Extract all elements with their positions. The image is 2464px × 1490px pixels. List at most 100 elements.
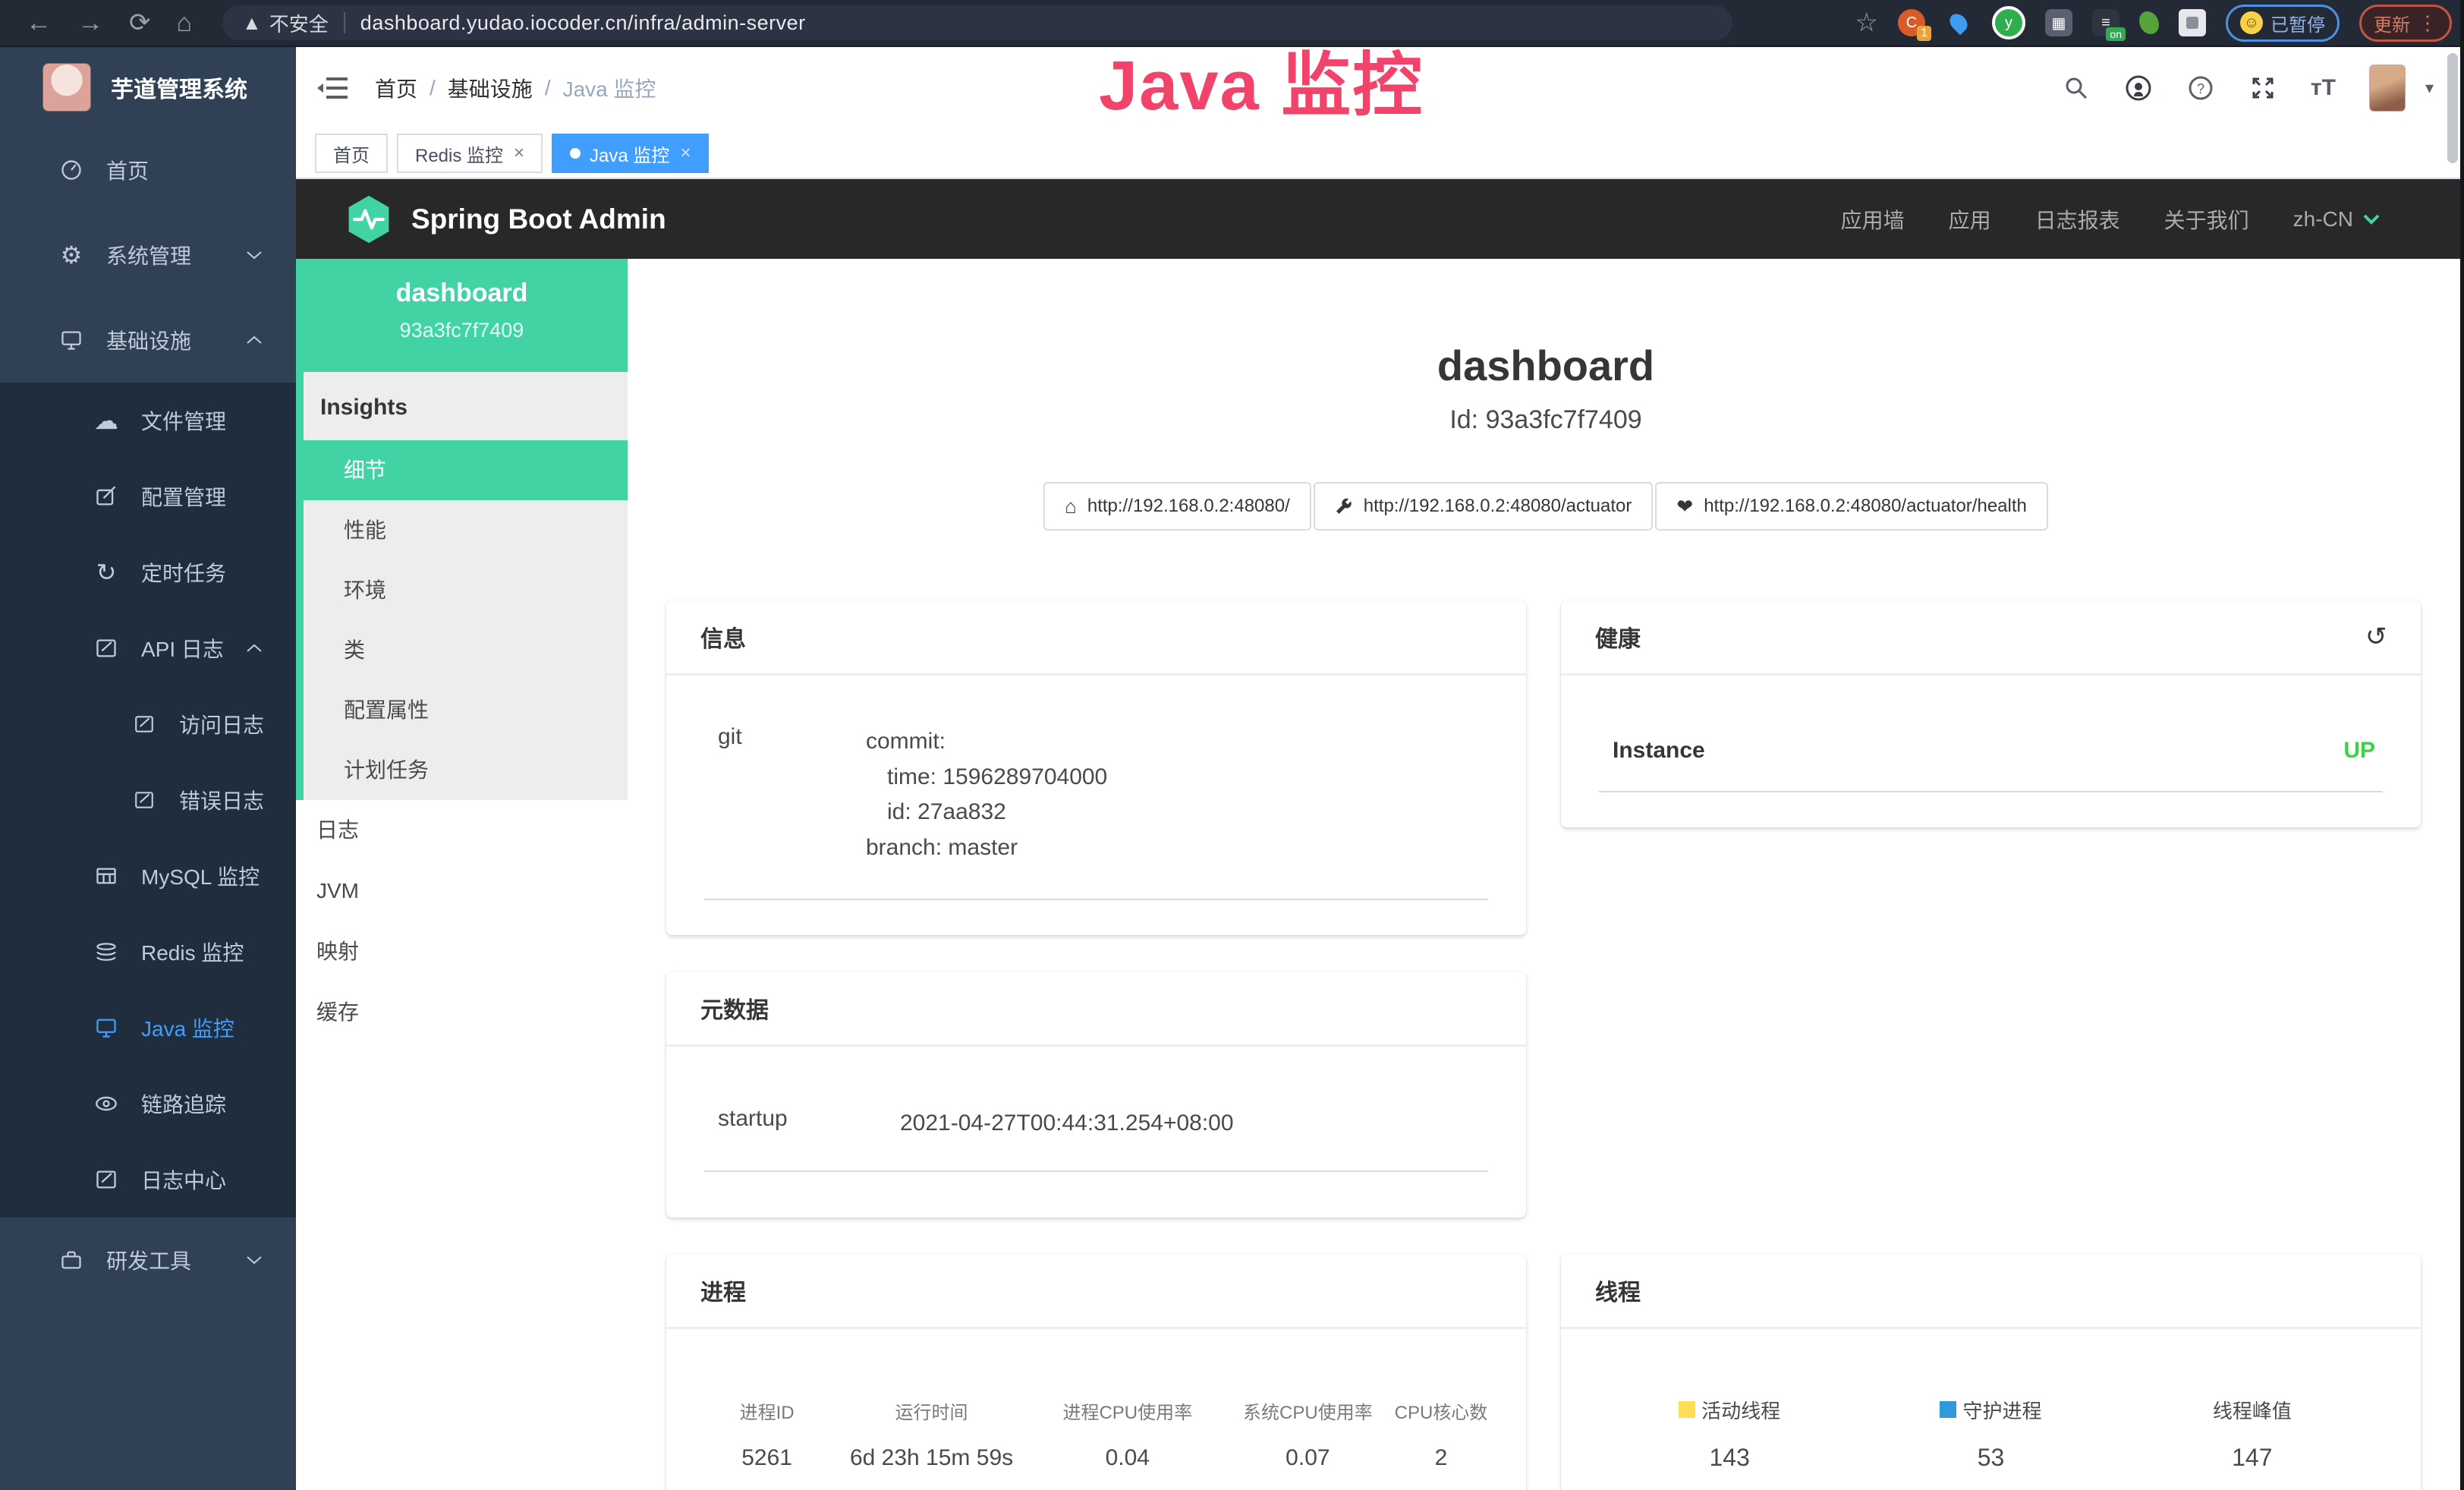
extension-leaf-icon[interactable] xyxy=(2139,11,2159,34)
sidebar-item-devtools[interactable]: 研发工具 xyxy=(0,1218,296,1303)
actuator-url-link[interactable]: http://192.168.0.2:48080/actuator xyxy=(1314,482,1654,531)
breadcrumb-home[interactable]: 首页 xyxy=(375,73,417,103)
back-icon[interactable]: ← xyxy=(26,0,52,46)
sidebar-item-job[interactable]: ↻ 定时任务 xyxy=(0,534,296,610)
font-size-icon[interactable]: ᴛT xyxy=(2311,75,2336,101)
instance-links: ⌂ http://192.168.0.2:48080/ http://192.1… xyxy=(628,482,2464,531)
fullscreen-icon[interactable] xyxy=(2248,74,2277,102)
forward-icon[interactable]: → xyxy=(77,0,103,46)
sba-instance-card[interactable]: dashboard 93a3fc7f7409 xyxy=(296,259,628,372)
github-icon[interactable] xyxy=(2124,74,2153,102)
sidebar-item-infra[interactable]: 基础设施 xyxy=(0,298,296,383)
sba-content: dashboard Id: 93a3fc7f7409 ⌂ http://192.… xyxy=(628,259,2464,1490)
info-value: commit: time: 1596289704000 id: 27aa832 … xyxy=(866,724,1107,865)
help-icon[interactable]: ? xyxy=(2186,74,2215,102)
sba-language-select[interactable]: zh-CN xyxy=(2293,207,2381,232)
extensions-puzzle-icon[interactable] xyxy=(2179,9,2206,36)
sidebar-item-apilog[interactable]: API 日志 xyxy=(0,610,296,686)
sidebar-fold-icon[interactable] xyxy=(316,74,349,102)
cards-grid: 信息 git commit: time: 1596289704000 id: 2… xyxy=(666,600,2421,1490)
sba-sidebar: dashboard 93a3fc7f7409 Insights 细节 性能 环境… xyxy=(296,259,628,1490)
sidebar-item-accesslog[interactable]: 访问日志 xyxy=(0,686,296,762)
extension-icon-1[interactable]: C1 xyxy=(1898,9,1925,36)
screen: ← → ⟳ ⌂ ▲ 不安全 dashboard.yudao.iocoder.cn… xyxy=(0,0,2464,1490)
sba-item-caches[interactable]: 缓存 xyxy=(296,982,628,1043)
metadata-card-title: 元数据 xyxy=(700,991,769,1025)
omnibox-divider xyxy=(344,12,345,33)
sba-item-classes[interactable]: 类 xyxy=(304,620,628,680)
sba-nav-apps[interactable]: 应用 xyxy=(1949,204,1991,235)
edit-square-icon xyxy=(90,485,123,508)
home-icon: ⌂ xyxy=(1065,496,1077,516)
sba-nav-wall[interactable]: 应用墙 xyxy=(1841,204,1905,235)
tab-redis[interactable]: Redis 监控× xyxy=(397,134,543,173)
sidebar-item-system[interactable]: ⚙ 系统管理 xyxy=(0,213,296,298)
health-row-instance[interactable]: Instance UP xyxy=(1599,735,2383,792)
sidebar-item-config[interactable]: 配置管理 xyxy=(0,458,296,534)
status-badge: UP xyxy=(2343,738,2375,764)
extension-pin-icon[interactable] xyxy=(1945,9,1972,36)
avatar-caret-icon[interactable]: ▾ xyxy=(2425,78,2434,98)
search-icon[interactable] xyxy=(2062,74,2091,102)
user-avatar[interactable] xyxy=(2369,65,2406,112)
wrench-icon xyxy=(1335,497,1353,515)
sba-item-metrics[interactable]: 性能 xyxy=(304,500,628,560)
sidebar-item-trace[interactable]: 链路追踪 xyxy=(0,1066,296,1142)
extension-icon-y[interactable]: y xyxy=(1992,6,2025,39)
url-text[interactable]: dashboard.yudao.iocoder.cn/infra/admin-s… xyxy=(360,11,806,35)
profile-emoji-icon: ☺ xyxy=(2240,11,2263,34)
sba-item-jvm[interactable]: JVM xyxy=(296,861,628,921)
security-warning[interactable]: ▲ 不安全 xyxy=(242,9,329,37)
tab-home[interactable]: 首页 xyxy=(315,134,388,173)
reload-icon[interactable]: ⟳ xyxy=(129,0,151,46)
app-header: 首页 / 基础设施 / Java 监控 ? ᴛT ▾ xyxy=(296,47,2464,129)
sba-item-details[interactable]: 细节 xyxy=(296,440,628,500)
gear-icon: ⚙ xyxy=(55,243,88,267)
sba-instance-name: dashboard xyxy=(296,279,628,308)
extension-grid-icon[interactable]: ▦ xyxy=(2045,9,2072,36)
warning-triangle-icon: ▲ xyxy=(242,11,262,35)
scrollbar-thumb[interactable] xyxy=(2447,53,2458,163)
dashboard-gauge-icon xyxy=(55,159,88,181)
sidebar-item-errorlog[interactable]: 错误日志 xyxy=(0,762,296,838)
briefcase-icon xyxy=(55,1249,88,1271)
sidebar-item-home[interactable]: 首页 xyxy=(0,128,296,213)
eye-icon xyxy=(90,1092,123,1115)
sba-item-configprops[interactable]: 配置属性 xyxy=(304,680,628,740)
sba-item-scheduledtasks[interactable]: 计划任务 xyxy=(304,740,628,800)
sidebar-item-mysql[interactable]: MySQL 监控 xyxy=(0,838,296,914)
sidebar-item-java[interactable]: Java 监控 xyxy=(0,990,296,1066)
info-card: 信息 git commit: time: 1596289704000 id: 2… xyxy=(666,600,1526,935)
window-edge xyxy=(2460,0,2464,1490)
address-bar[interactable]: ▲ 不安全 dashboard.yudao.iocoder.cn/infra/a… xyxy=(222,5,1732,40)
profile-paused-badge[interactable]: ☺ 已暂停 xyxy=(2226,5,2340,42)
sba-nav-about[interactable]: 关于我们 xyxy=(2164,204,2249,235)
tab-close-icon[interactable]: × xyxy=(680,143,691,164)
chevron-down-icon xyxy=(246,250,263,260)
sba-item-loggers[interactable]: 日志 xyxy=(296,800,628,861)
sba-item-environment[interactable]: 环境 xyxy=(304,560,628,620)
sba-brand[interactable]: Spring Boot Admin xyxy=(345,194,666,244)
tab-close-icon[interactable]: × xyxy=(514,143,524,164)
tab-java[interactable]: Java 监控× xyxy=(552,134,709,173)
app-logo[interactable]: 芋道管理系统 xyxy=(0,47,296,128)
extension-on-icon[interactable]: ≡on xyxy=(2092,9,2119,36)
health-url-link[interactable]: ❤ http://192.168.0.2:48080/actuator/heal… xyxy=(1655,482,2047,531)
browser-menu-icon[interactable]: ⋮ xyxy=(2418,11,2437,35)
app-logo-image xyxy=(42,63,91,112)
sidebar-item-logcenter[interactable]: 日志中心 xyxy=(0,1142,296,1218)
process-card: 进程 进程ID 运行时间 进程CPU使用率 系统CPU使用率 CPU核心数 52… xyxy=(666,1254,1526,1490)
sidebar-item-redis[interactable]: Redis 监控 xyxy=(0,914,296,990)
bookmark-star-icon[interactable]: ☆ xyxy=(1855,0,1878,46)
home-icon[interactable]: ⌂ xyxy=(177,0,193,46)
metadata-value: 2021-04-27T00:44:31.254+08:00 xyxy=(900,1106,1234,1142)
history-icon[interactable]: ↻ xyxy=(2365,622,2387,652)
breadcrumb-infra[interactable]: 基础设施 xyxy=(448,73,533,103)
sidebar-item-file[interactable]: ☁ 文件管理 xyxy=(0,383,296,458)
sba-nav-logs[interactable]: 日志报表 xyxy=(2035,204,2120,235)
chrome-update-button[interactable]: 更新 ⋮ xyxy=(2359,5,2452,42)
service-url-link[interactable]: ⌂ http://192.168.0.2:48080/ xyxy=(1043,482,1311,531)
sba-item-mappings[interactable]: 映射 xyxy=(296,921,628,982)
active-tab-dot xyxy=(570,148,581,159)
sba-nav: 应用墙 应用 日志报表 关于我们 zh-CN xyxy=(1841,204,2381,235)
